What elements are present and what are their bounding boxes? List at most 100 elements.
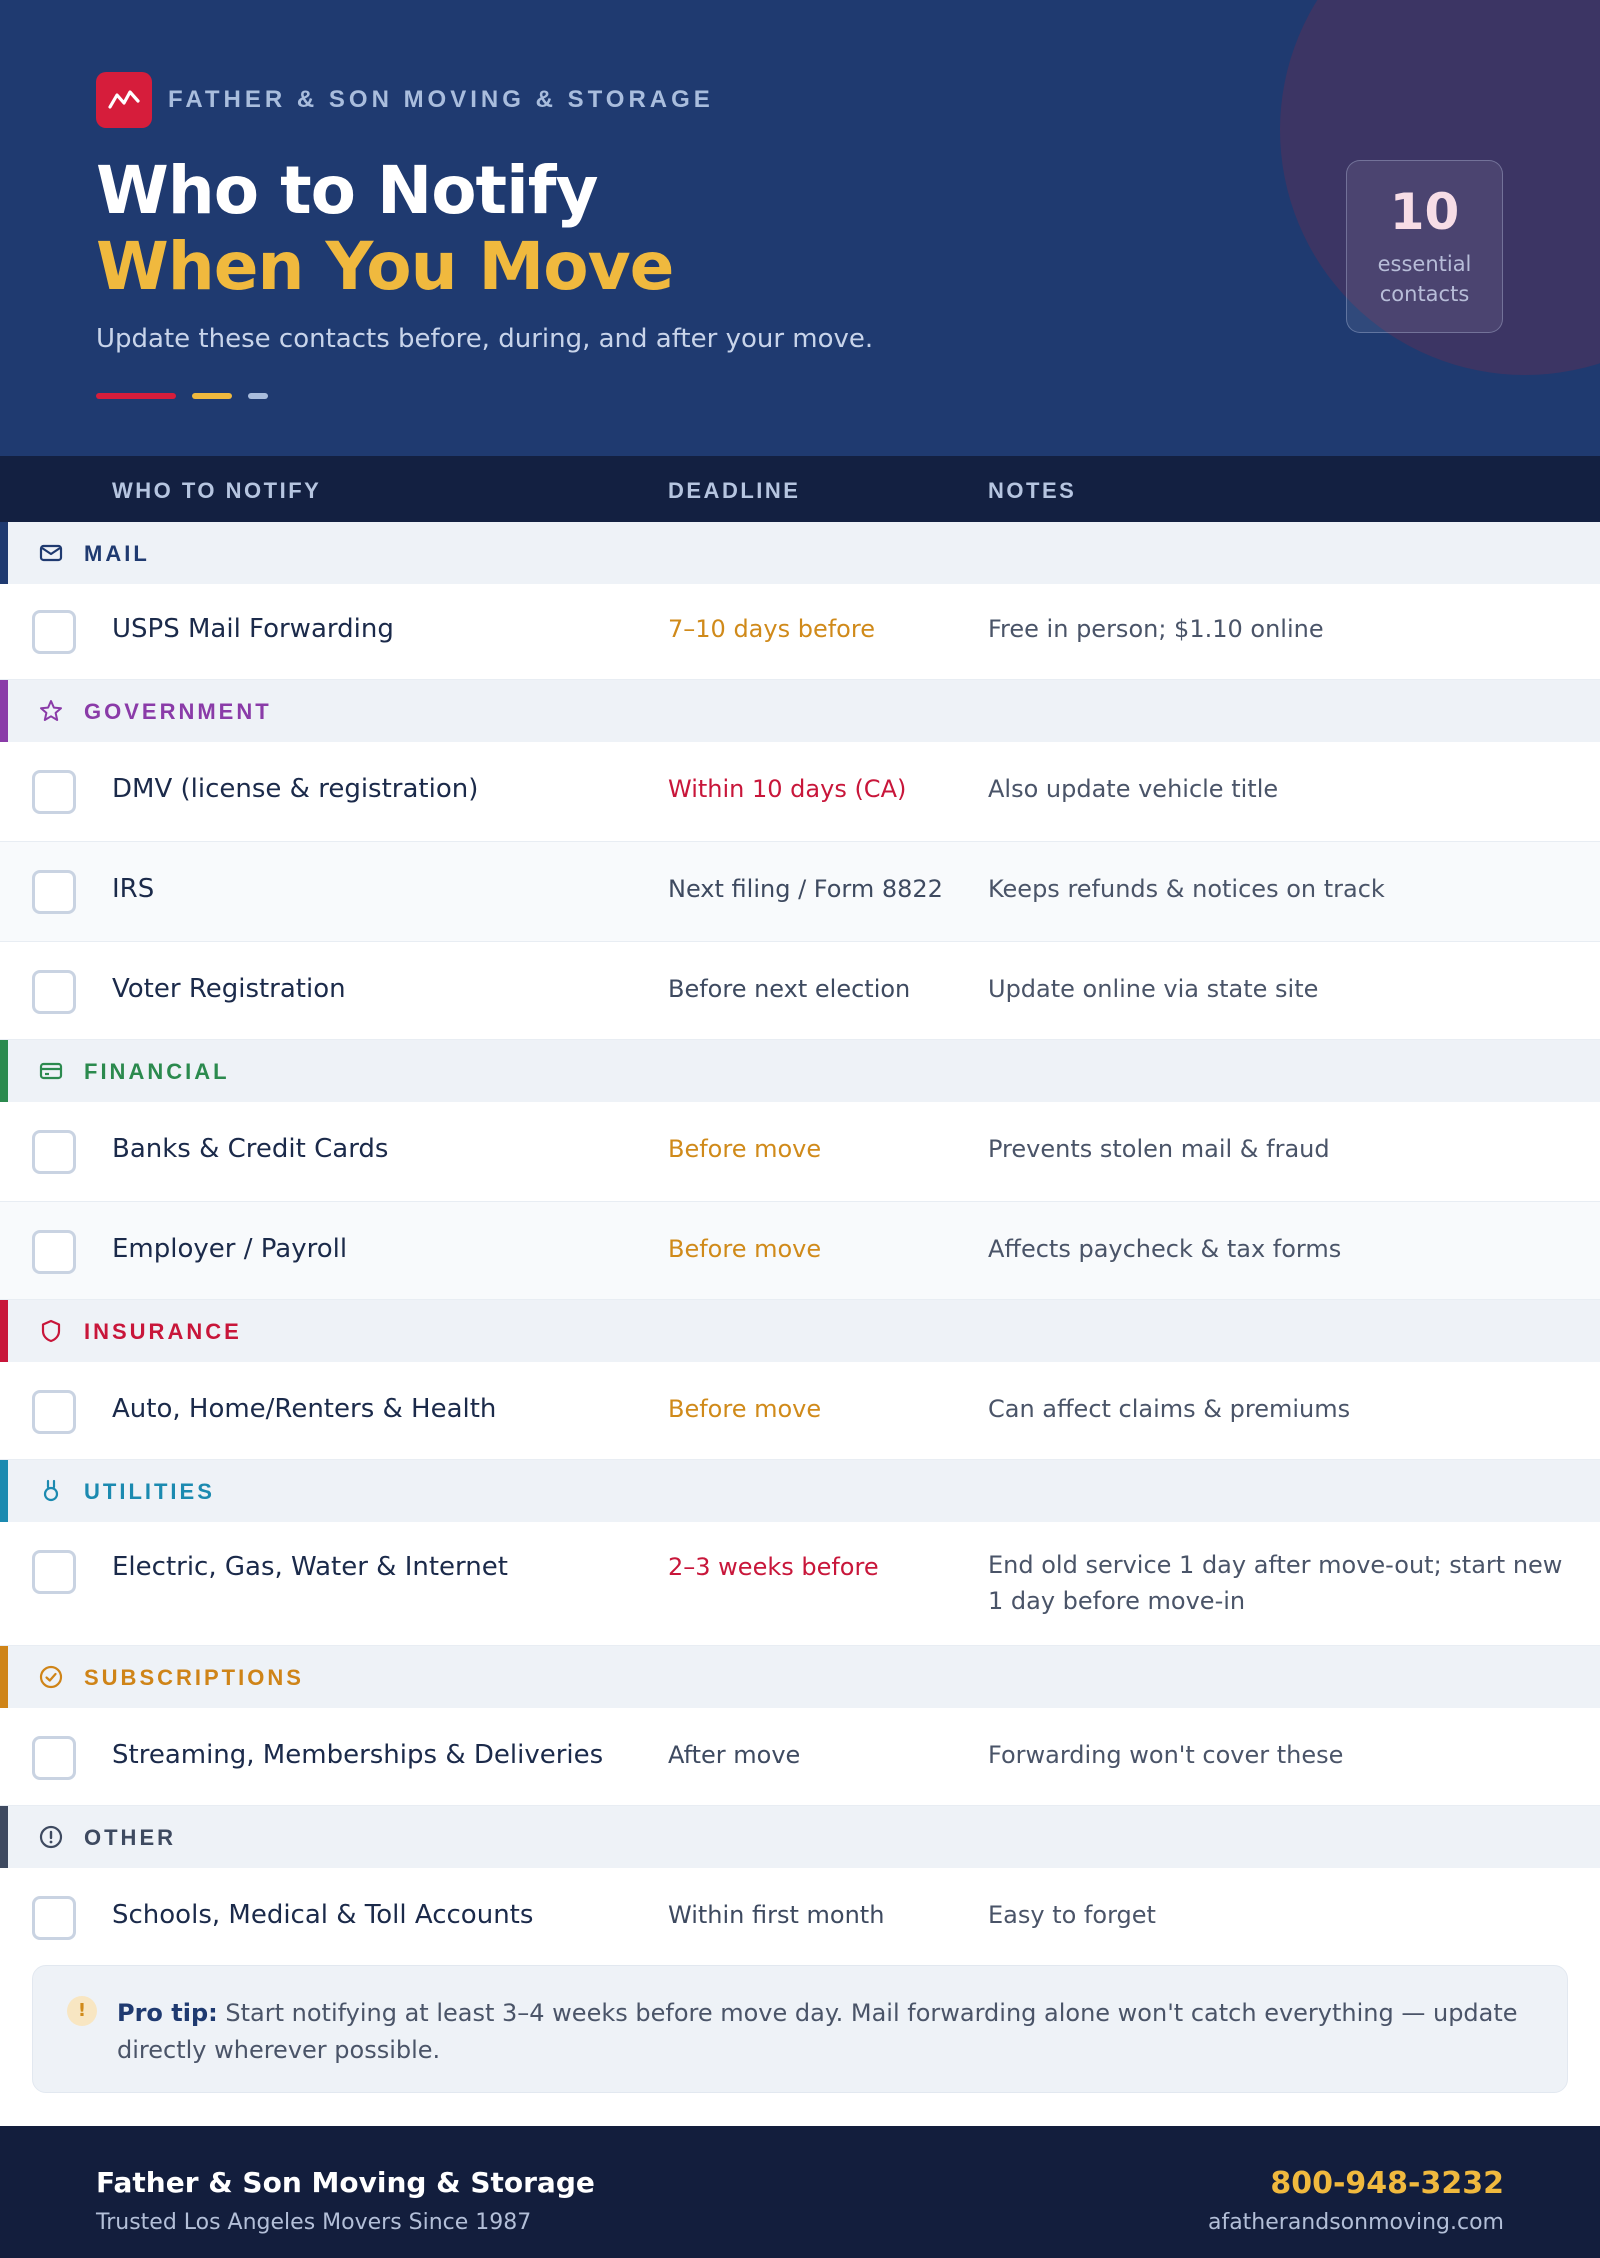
category-government: GOVERNMENT <box>0 680 1600 742</box>
row-checkbox[interactable] <box>32 610 76 654</box>
footer: Father & Son Moving & Storage Trusted Lo… <box>0 2126 1600 2258</box>
row-notes: Affects paycheck & tax forms <box>988 1235 1342 1263</box>
count-label-line1: essential <box>1377 252 1472 276</box>
category-label: INSURANCE <box>84 1319 242 1344</box>
row-checkbox[interactable] <box>32 770 76 814</box>
column-header-deadline: DEADLINE <box>668 478 801 503</box>
row-who: Banks & Credit Cards <box>112 1134 389 1164</box>
row-notes: Free in person; $1.10 online <box>988 615 1324 643</box>
plug-icon <box>43 1479 59 1502</box>
row-deadline: Before next election <box>668 975 911 1003</box>
row-deadline: Within first month <box>668 1901 885 1929</box>
table-row: Employer / Payroll Before move Affects p… <box>0 1202 1600 1300</box>
category-utilities: UTILITIES <box>0 1460 1600 1522</box>
column-header-notes: NOTES <box>988 478 1077 503</box>
category-financial: FINANCIAL <box>0 1040 1600 1102</box>
row-who: Electric, Gas, Water & Internet <box>112 1552 508 1582</box>
contacts-count-value: 10 <box>1389 183 1460 241</box>
count-label-line2: contacts <box>1379 282 1470 306</box>
row-deadline: After move <box>668 1741 801 1769</box>
company-logo-icon <box>96 72 152 128</box>
decorative-dashes <box>96 393 268 399</box>
row-who: IRS <box>112 874 155 904</box>
category-other: OTHER <box>0 1806 1600 1868</box>
dash-light <box>248 393 268 399</box>
shield-icon <box>41 1319 61 1343</box>
row-notes: Easy to forget <box>988 1901 1156 1929</box>
row-checkbox[interactable] <box>32 870 76 914</box>
info-icon <box>39 1825 63 1849</box>
row-checkbox[interactable] <box>32 1390 76 1434</box>
footer-tagline: Trusted Los Angeles Movers Since 1987 <box>96 2210 532 2235</box>
category-label: GOVERNMENT <box>84 699 272 724</box>
category-label: UTILITIES <box>84 1479 215 1504</box>
page-subtitle: Update these contacts before, during, an… <box>96 324 874 354</box>
category-color-bar <box>0 1300 8 1362</box>
category-label: FINANCIAL <box>84 1059 230 1084</box>
row-who: Employer / Payroll <box>112 1234 348 1264</box>
pro-tip-text: Pro tip: Start notifying at least 3–4 we… <box>117 1995 1537 2069</box>
category-label: SUBSCRIPTIONS <box>84 1665 304 1690</box>
brand: FATHER & SON MOVING & STORAGE <box>96 72 714 128</box>
row-notes: Keeps refunds & notices on track <box>988 875 1385 903</box>
page-title-line1: Who to Notify <box>96 152 598 229</box>
table-row: USPS Mail Forwarding 7–10 days before Fr… <box>0 584 1600 680</box>
table-row: Streaming, Memberships & Deliveries Afte… <box>0 1708 1600 1806</box>
category-color-bar <box>0 1806 8 1868</box>
exclamation-icon: ! <box>67 1996 97 2026</box>
pro-tip-label: Pro tip: <box>117 1999 218 2027</box>
row-notes: Can affect claims & premiums <box>988 1395 1351 1423</box>
category-color-bar <box>0 522 8 584</box>
pro-tip-box: ! Pro tip: Start notifying at least 3–4 … <box>32 1965 1568 2093</box>
row-checkbox[interactable] <box>32 1550 76 1594</box>
table-row: DMV (license & registration) Within 10 d… <box>0 742 1600 842</box>
category-subscriptions: SUBSCRIPTIONS <box>0 1646 1600 1708</box>
row-deadline: Before move <box>668 1395 822 1423</box>
footer-phone-link[interactable]: 800-948-3232 <box>1270 2166 1504 2201</box>
mail-icon <box>39 544 63 562</box>
contacts-count-card: 10 essential contacts <box>1346 160 1503 333</box>
table-row: Voter Registration Before next election … <box>0 942 1600 1040</box>
check-circle-icon <box>39 1665 63 1689</box>
pro-tip-body: Start notifying at least 3–4 weeks befor… <box>117 1999 1518 2064</box>
row-checkbox[interactable] <box>32 970 76 1014</box>
header-banner: FATHER & SON MOVING & STORAGE Who to Not… <box>0 0 1600 456</box>
row-deadline: Before move <box>668 1135 822 1163</box>
table-row: IRS Next filing / Form 8822 Keeps refund… <box>0 842 1600 942</box>
row-deadline: 2–3 weeks before <box>668 1553 879 1581</box>
row-who: USPS Mail Forwarding <box>112 614 394 644</box>
dash-red <box>96 393 176 399</box>
table-row: Banks & Credit Cards Before move Prevent… <box>0 1102 1600 1202</box>
page-title-line2: When You Move <box>96 228 674 305</box>
footer-company-name: Father & Son Moving & Storage <box>96 2166 595 2199</box>
category-color-bar <box>0 1040 8 1102</box>
table-header: WHO TO NOTIFY DEADLINE NOTES <box>0 456 1600 522</box>
footer-website-link[interactable]: afatherandsonmoving.com <box>1208 2210 1504 2235</box>
row-deadline: Next filing / Form 8822 <box>668 875 943 903</box>
row-notes: Also update vehicle title <box>988 775 1279 803</box>
category-color-bar <box>0 1646 8 1708</box>
table-row: Auto, Home/Renters & Health Before move … <box>0 1362 1600 1460</box>
row-notes: Update online via state site <box>988 975 1319 1003</box>
row-who: Schools, Medical & Toll Accounts <box>112 1900 534 1930</box>
credit-card-icon <box>39 1062 63 1080</box>
row-who: Auto, Home/Renters & Health <box>112 1394 497 1424</box>
row-deadline: 7–10 days before <box>668 615 875 643</box>
category-label: OTHER <box>84 1825 176 1850</box>
table-row: Schools, Medical & Toll Accounts Within … <box>0 1868 1600 1966</box>
row-who: DMV (license & registration) <box>112 774 479 804</box>
row-deadline: Within 10 days (CA) <box>668 775 907 803</box>
row-notes: Prevents stolen mail & fraud <box>988 1135 1330 1163</box>
category-color-bar <box>0 680 8 742</box>
row-checkbox[interactable] <box>32 1896 76 1940</box>
row-notes: End old service 1 day after move-out; st… <box>988 1551 1563 1615</box>
category-color-bar <box>0 1460 8 1522</box>
row-checkbox[interactable] <box>32 1130 76 1174</box>
category-label: MAIL <box>84 541 150 566</box>
row-who: Voter Registration <box>112 974 346 1004</box>
row-checkbox[interactable] <box>32 1230 76 1274</box>
brand-name: FATHER & SON MOVING & STORAGE <box>168 86 714 113</box>
row-checkbox[interactable] <box>32 1736 76 1780</box>
table-row: Electric, Gas, Water & Internet 2–3 week… <box>0 1522 1600 1646</box>
column-header-who: WHO TO NOTIFY <box>112 478 322 503</box>
